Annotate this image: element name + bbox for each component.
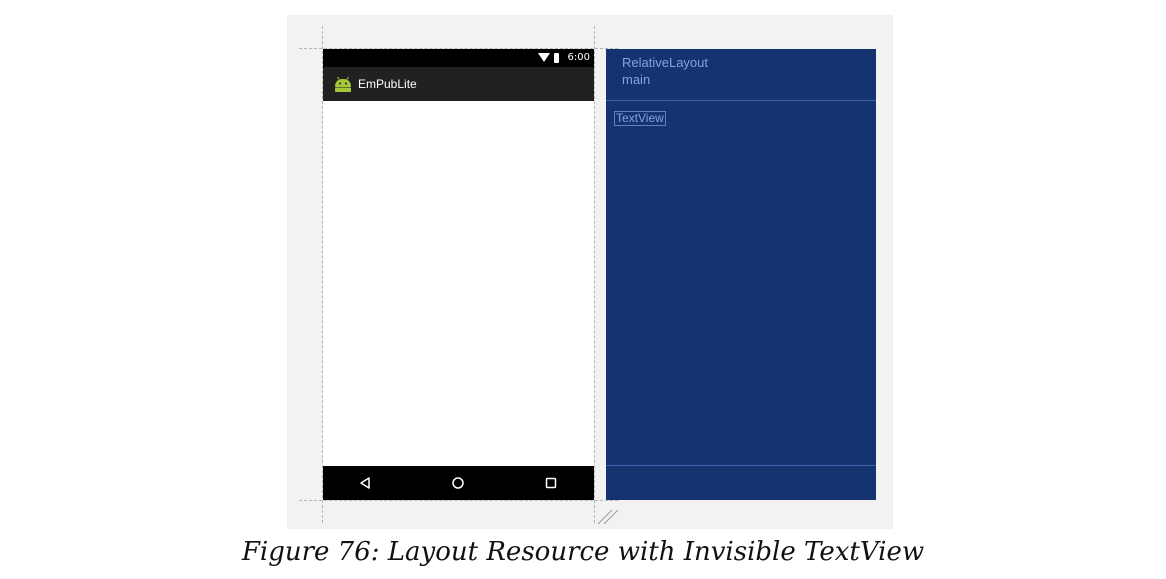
recents-icon[interactable] [543, 475, 559, 491]
status-time: 6:00 [567, 52, 590, 63]
layout-name-label: main [622, 72, 651, 87]
app-bar: EmPubLite [323, 67, 594, 101]
guide-line-right [594, 26, 595, 523]
design-preview[interactable]: 6:00 EmPubLite [323, 49, 594, 500]
home-icon[interactable] [450, 475, 466, 491]
blueprint-divider-top [606, 100, 876, 101]
app-title: EmPubLite [358, 77, 417, 91]
navigation-bar [323, 466, 594, 500]
figure-caption: Figure 76: Layout Resource with Invisibl… [241, 537, 925, 567]
status-bar: 6:00 [323, 49, 594, 67]
blueprint-divider-bottom [606, 465, 876, 466]
resize-handle-icon[interactable] [596, 507, 620, 525]
wifi-icon [538, 53, 550, 62]
guide-line-bottom [299, 500, 618, 501]
textview-outline[interactable]: TextView [614, 111, 666, 126]
back-icon[interactable] [357, 475, 373, 491]
layout-type-label: RelativeLayout [622, 55, 708, 70]
blueprint-preview[interactable]: RelativeLayout main TextView [606, 49, 876, 500]
android-icon [335, 76, 351, 92]
battery-icon [554, 53, 559, 63]
